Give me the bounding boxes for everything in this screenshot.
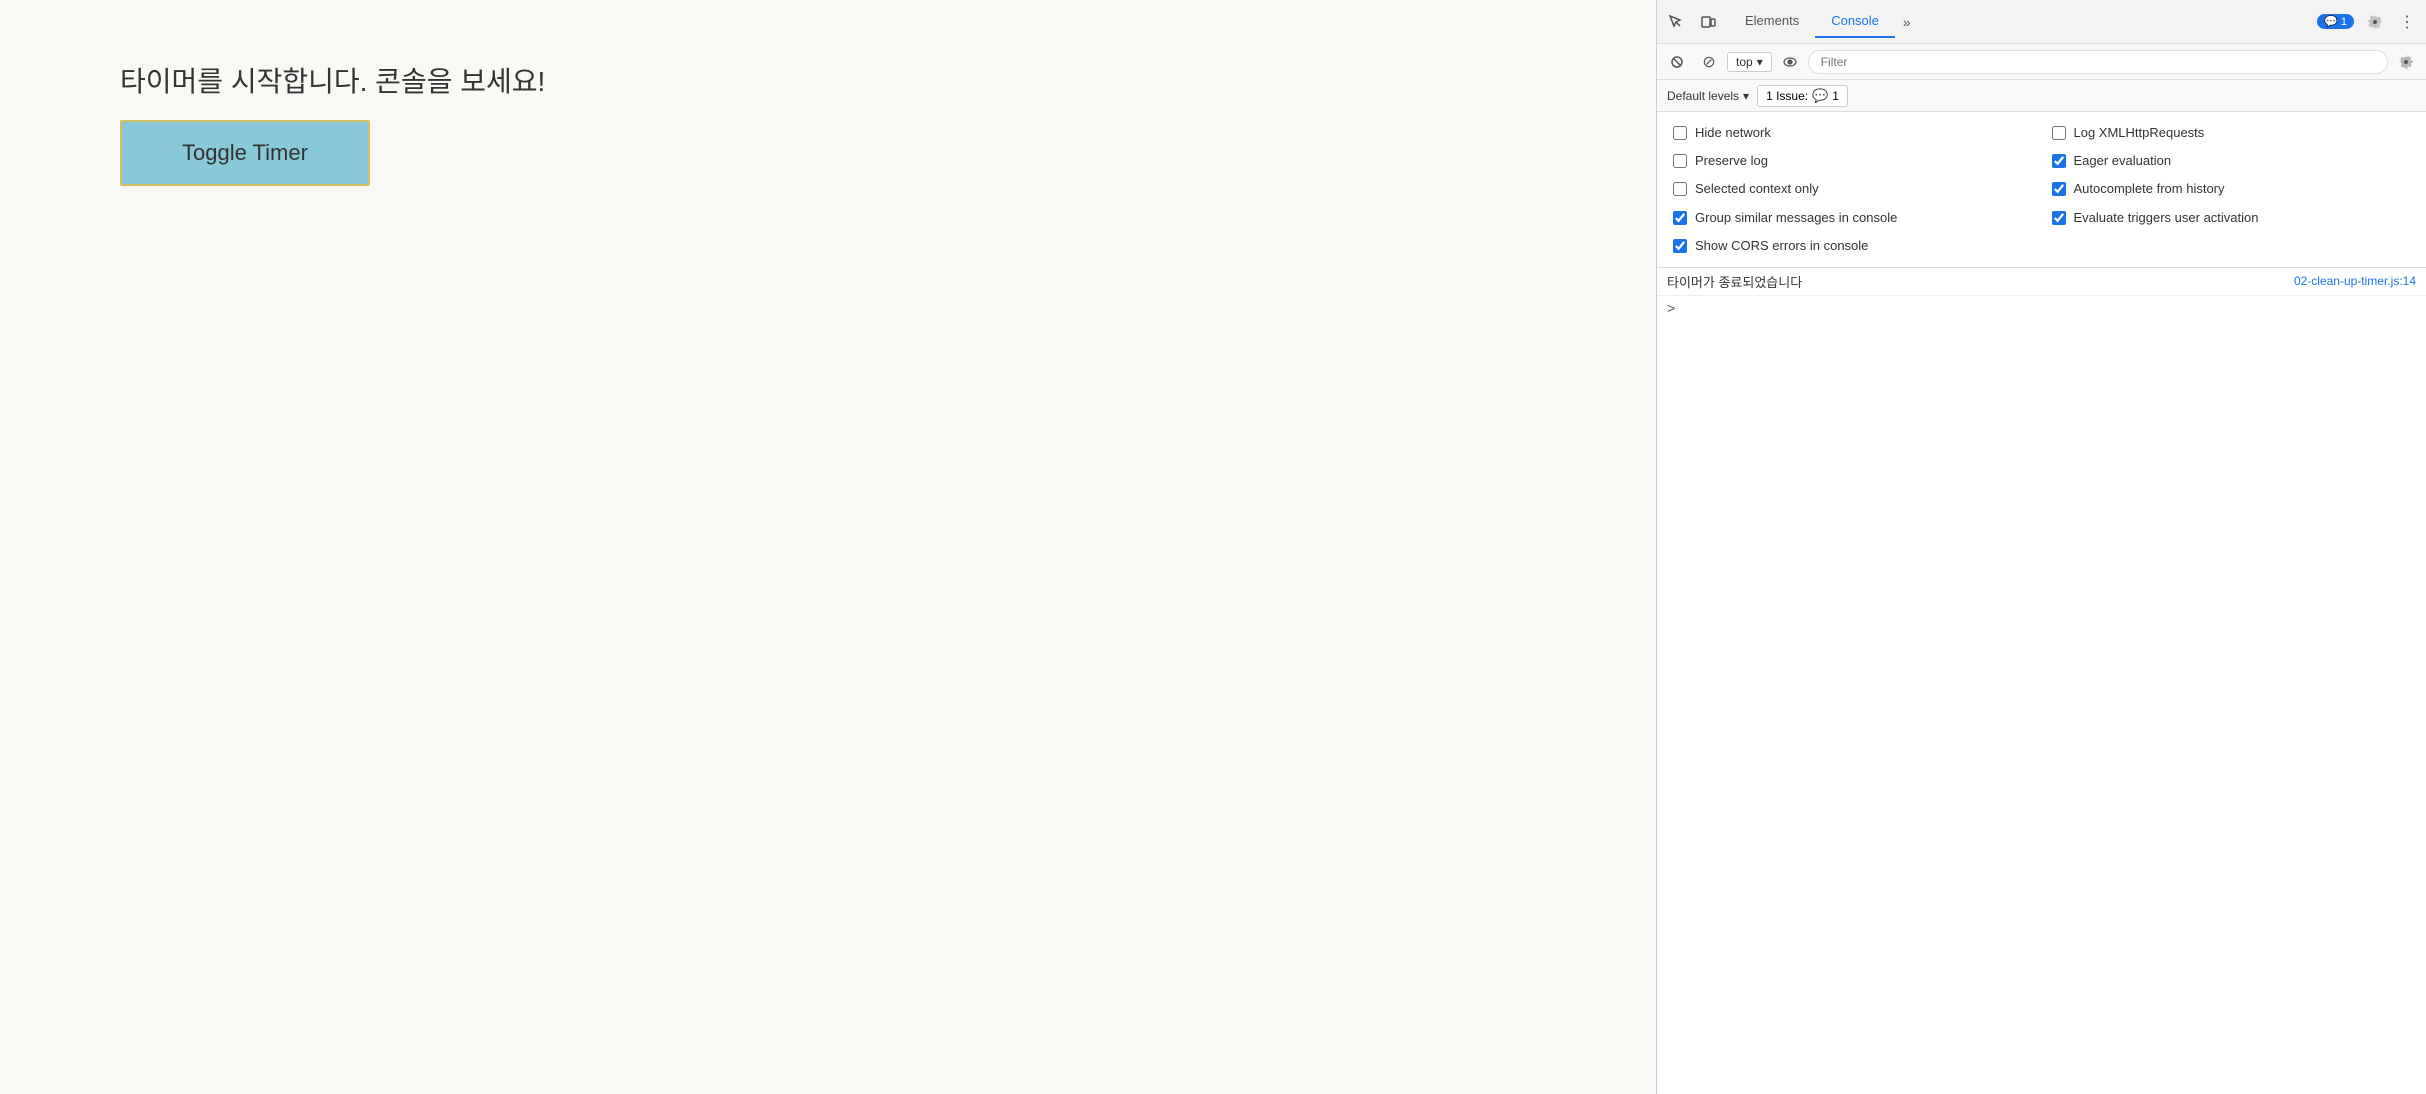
setting-show-cors[interactable]: Show CORS errors in console: [1673, 237, 2032, 255]
block-icon: ⊘: [1702, 52, 1715, 72]
chevron-down-icon: ▾: [1757, 55, 1763, 69]
more-tabs-button[interactable]: »: [1895, 8, 1919, 36]
console-toolbar: ⊘ top ▾: [1657, 44, 2426, 80]
tab-elements[interactable]: Elements: [1729, 5, 1815, 38]
issue-bubble-icon: 💬: [1812, 88, 1828, 104]
evaluate-triggers-label: Evaluate triggers user activation: [2074, 209, 2259, 227]
group-similar-checkbox[interactable]: [1673, 211, 1687, 225]
autocomplete-history-label: Autocomplete from history: [2074, 180, 2225, 198]
log-text-0: 타이머가 종료되었습니다: [1667, 272, 2294, 291]
page-area: 타이머를 시작합니다. 콘솔을 보세요! Toggle Timer: [0, 0, 1656, 1094]
levels-dropdown[interactable]: Default levels ▾: [1667, 89, 1749, 103]
show-cors-checkbox[interactable]: [1673, 239, 1687, 253]
filter-input[interactable]: [1808, 50, 2388, 74]
toggle-timer-button[interactable]: Toggle Timer: [120, 120, 370, 186]
more-options-button[interactable]: ⋮: [2392, 7, 2422, 37]
setting-autocomplete-history[interactable]: Autocomplete from history: [2052, 180, 2411, 198]
settings-dropdown: Hide network Preserve log Selected conte…: [1657, 112, 2426, 268]
setting-selected-context[interactable]: Selected context only: [1673, 180, 2032, 198]
eye-button[interactable]: [1776, 48, 1804, 76]
levels-chevron-icon: ▾: [1743, 89, 1749, 103]
badge-count: 1: [2341, 16, 2347, 28]
settings-button[interactable]: [2360, 7, 2390, 37]
ellipsis-icon: ⋮: [2399, 12, 2415, 32]
issue-label: 1 Issue:: [1766, 89, 1808, 103]
hide-network-label: Hide network: [1695, 124, 1771, 142]
preserve-log-checkbox[interactable]: [1673, 154, 1687, 168]
settings-right-col: Log XMLHttpRequests Eager evaluation Aut…: [2052, 124, 2411, 255]
log-source-0[interactable]: 02-clean-up-timer.js:14: [2294, 274, 2416, 288]
setting-evaluate-triggers[interactable]: Evaluate triggers user activation: [2052, 209, 2411, 227]
levels-label: Default levels: [1667, 89, 1739, 103]
chevron-right-icon: >: [1667, 300, 1675, 316]
devtools-panel: Elements Console » 💬 1 ⋮ ⊘: [1656, 0, 2426, 1094]
block-request-button[interactable]: ⊘: [1695, 48, 1723, 76]
console-settings-button[interactable]: [2392, 48, 2420, 76]
eager-eval-checkbox[interactable]: [2052, 154, 2066, 168]
settings-left-col: Hide network Preserve log Selected conte…: [1673, 124, 2032, 255]
inspect-element-button[interactable]: [1661, 7, 1691, 37]
page-text: 타이머를 시작합니다. 콘솔을 보세요!: [120, 60, 545, 100]
group-similar-label: Group similar messages in console: [1695, 209, 1897, 227]
evaluate-triggers-checkbox[interactable]: [2052, 211, 2066, 225]
devtools-tabs: Elements Console »: [1729, 5, 1919, 38]
issues-badge[interactable]: 💬 1: [2317, 14, 2354, 29]
devtools-top-toolbar: Elements Console » 💬 1 ⋮: [1657, 0, 2426, 44]
eager-eval-label: Eager evaluation: [2074, 152, 2172, 170]
console-expand-row[interactable]: >: [1657, 296, 2426, 320]
log-entry-0[interactable]: 타이머가 종료되었습니다 02-clean-up-timer.js:14: [1657, 268, 2426, 296]
setting-hide-network[interactable]: Hide network: [1673, 124, 2032, 142]
issue-count: 1: [1832, 89, 1839, 103]
levels-bar: Default levels ▾ 1 Issue: 💬 1: [1657, 80, 2426, 112]
setting-eager-eval[interactable]: Eager evaluation: [2052, 152, 2411, 170]
log-xmlhttp-label: Log XMLHttpRequests: [2074, 124, 2205, 142]
log-xmlhttp-checkbox[interactable]: [2052, 126, 2066, 140]
clear-console-button[interactable]: [1663, 48, 1691, 76]
tab-console[interactable]: Console: [1815, 5, 1895, 38]
show-cors-label: Show CORS errors in console: [1695, 237, 1868, 255]
selected-context-checkbox[interactable]: [1673, 182, 1687, 196]
setting-log-xmlhttp[interactable]: Log XMLHttpRequests: [2052, 124, 2411, 142]
setting-group-similar[interactable]: Group similar messages in console: [1673, 209, 2032, 227]
selected-context-label: Selected context only: [1695, 180, 1819, 198]
context-label: top: [1736, 55, 1753, 69]
device-toolbar-button[interactable]: [1693, 7, 1723, 37]
context-dropdown[interactable]: top ▾: [1727, 52, 1772, 72]
autocomplete-history-checkbox[interactable]: [2052, 182, 2066, 196]
setting-preserve-log[interactable]: Preserve log: [1673, 152, 2032, 170]
issue-badge[interactable]: 1 Issue: 💬 1: [1757, 85, 1848, 107]
preserve-log-label: Preserve log: [1695, 152, 1768, 170]
badge-icon: 💬: [2324, 15, 2338, 28]
hide-network-checkbox[interactable]: [1673, 126, 1687, 140]
console-log-area: 타이머가 종료되었습니다 02-clean-up-timer.js:14 >: [1657, 268, 2426, 1094]
